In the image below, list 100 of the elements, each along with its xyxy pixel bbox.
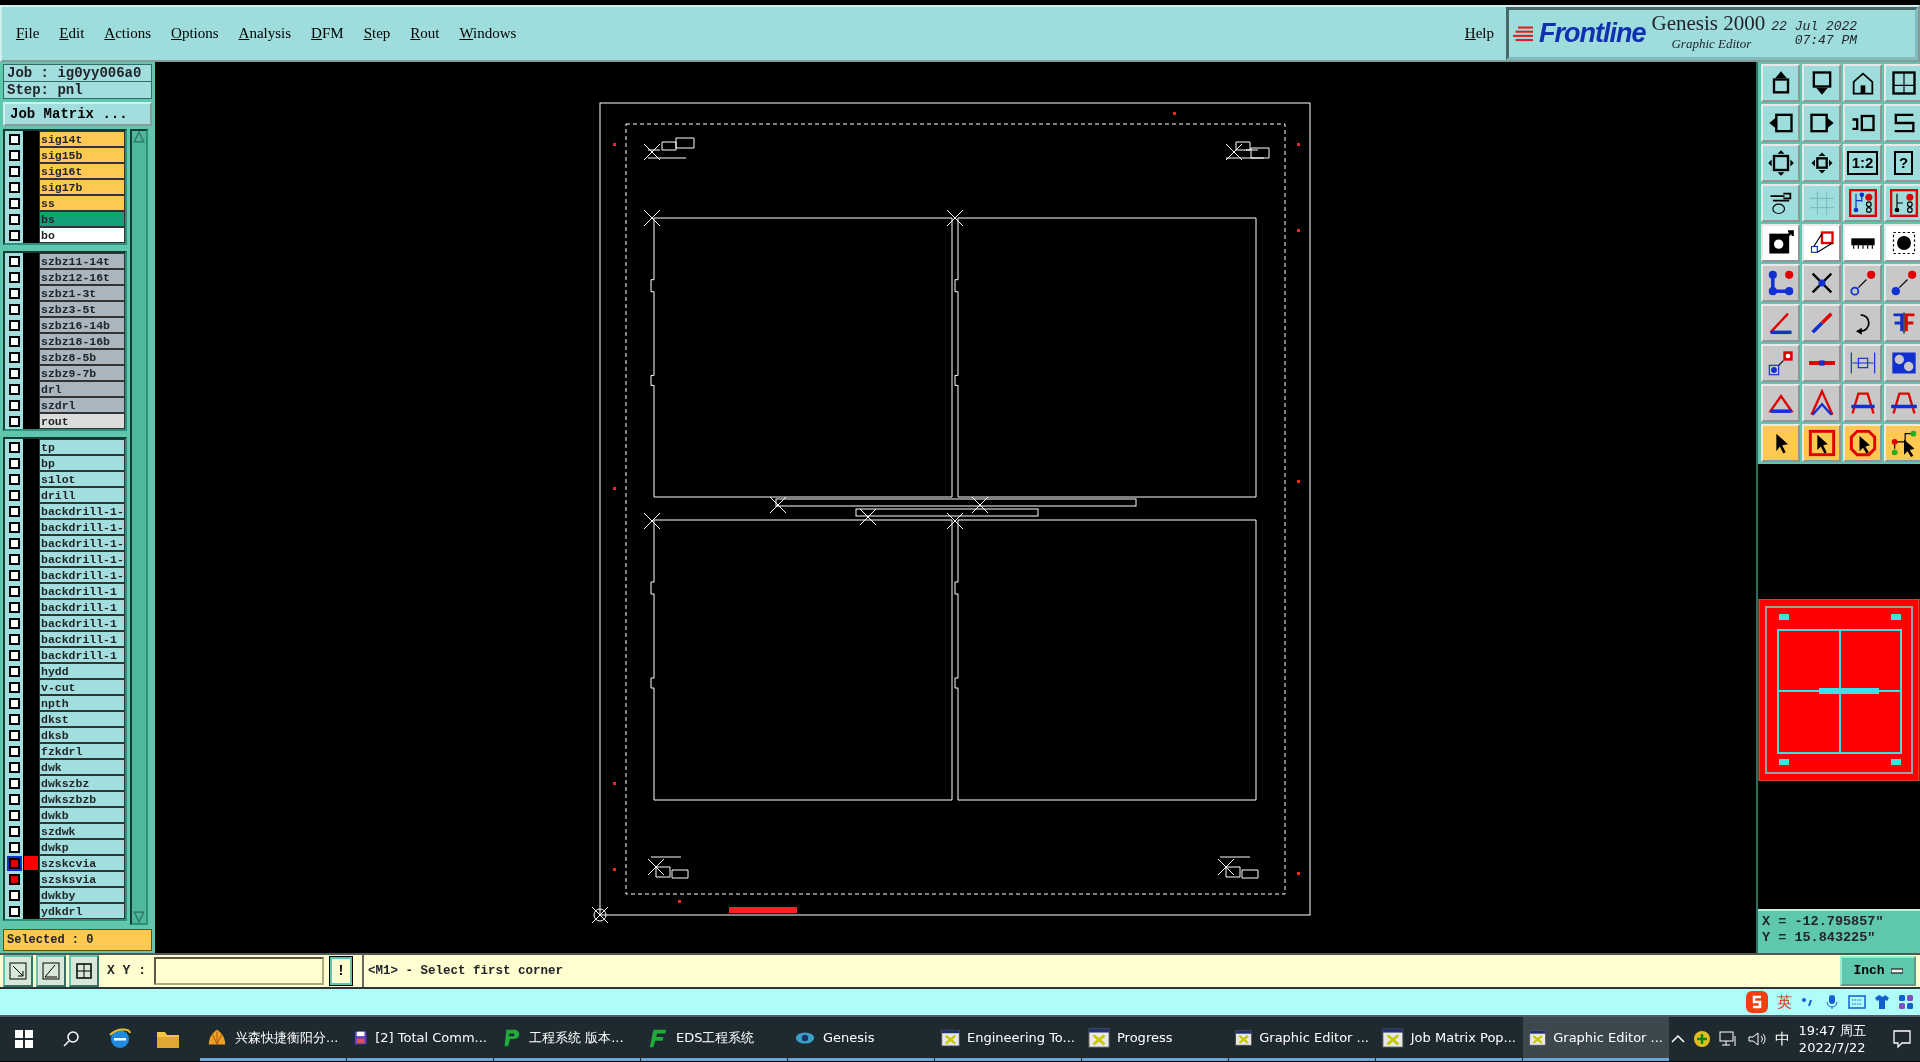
layer-name[interactable]: v-cut (39, 679, 125, 695)
layer-name[interactable]: sig17b (39, 179, 125, 195)
taskbar-button[interactable]: Genesis (788, 1017, 934, 1061)
layer-name[interactable]: szdrl (39, 397, 125, 413)
layer-name[interactable]: szbz16-14b (39, 317, 125, 333)
taskbar-button[interactable]: 工程系统 版本... (494, 1017, 640, 1061)
menu-item[interactable]: Options (171, 22, 219, 45)
layer-name[interactable]: tp (39, 439, 125, 455)
layer-name[interactable]: dwkszbz (39, 775, 125, 791)
layer-name[interactable]: backdrill-1- (39, 567, 125, 583)
layer-name[interactable]: szskcvia (39, 855, 125, 871)
layer-checkbox[interactable] (8, 873, 20, 885)
layer-checkbox[interactable] (8, 825, 20, 837)
layer-checkbox[interactable] (8, 905, 20, 917)
menu-item[interactable]: Rout (410, 22, 440, 45)
layer-name[interactable]: dksb (39, 727, 125, 743)
taskbar-button[interactable]: Graphic Editor ... (1523, 1017, 1669, 1061)
layer-name[interactable]: backdrill-1 (39, 583, 125, 599)
taskbar-button[interactable]: Progress (1082, 1017, 1228, 1061)
layer-name[interactable]: dwkb (39, 807, 125, 823)
layer-checkbox[interactable] (8, 665, 20, 677)
tool-button[interactable]: 1:2 (1843, 144, 1882, 182)
layer-name[interactable]: sig16t (39, 163, 125, 179)
layer-checkbox[interactable] (8, 649, 20, 661)
menu-item[interactable]: Help (1464, 22, 1494, 45)
layer-checkbox[interactable] (8, 857, 20, 869)
menu-item[interactable]: Windows (459, 22, 517, 45)
layer-name[interactable]: szbz3-5t (39, 301, 125, 317)
layer-checkbox[interactable] (8, 457, 20, 469)
layer-name[interactable]: szbz18-16b (39, 333, 125, 349)
tool-button[interactable] (69, 955, 99, 987)
job-matrix-button[interactable]: Job Matrix ... (3, 102, 152, 126)
layer-name[interactable]: bp (39, 455, 125, 471)
notification-button[interactable] (1892, 1028, 1912, 1050)
taskbar-button[interactable]: Engineering To... (935, 1017, 1081, 1061)
layer-checkbox[interactable] (8, 713, 20, 725)
layer-name[interactable]: s1lot (39, 471, 125, 487)
menu-item[interactable]: Edit (59, 22, 85, 45)
taskbar-button[interactable]: Job Matrix Pop... (1376, 1017, 1522, 1061)
layer-checkbox[interactable] (8, 441, 20, 453)
layer-checkbox[interactable] (8, 133, 20, 145)
layer-name[interactable]: backdrill-1- (39, 535, 125, 551)
layer-checkbox[interactable] (8, 793, 20, 805)
layer-name[interactable]: dkst (39, 711, 125, 727)
layer-name[interactable]: szbz11-14t (39, 253, 125, 269)
layer-name[interactable]: ss (39, 195, 125, 211)
layer-checkbox[interactable] (8, 521, 20, 533)
layer-checkbox[interactable] (8, 697, 20, 709)
layer-name[interactable]: bo (39, 227, 125, 243)
layer-name[interactable]: backdrill-1 (39, 631, 125, 647)
menu-item[interactable]: Step (363, 22, 391, 45)
layer-checkbox[interactable] (8, 255, 20, 267)
ime-language[interactable]: 英 (1777, 990, 1792, 1014)
layer-checkbox[interactable] (8, 319, 20, 331)
layer-checkbox[interactable] (8, 303, 20, 315)
layer-name[interactable]: backdrill-1 (39, 647, 125, 663)
layer-name[interactable]: szbz1-3t (39, 285, 125, 301)
layer-name[interactable]: backdrill-1- (39, 551, 125, 567)
layer-checkbox[interactable] (8, 367, 20, 379)
coordinate-input[interactable] (154, 957, 324, 985)
layer-checkbox[interactable] (8, 213, 20, 225)
layer-name[interactable]: dwkszbzb (39, 791, 125, 807)
layer-checkbox[interactable] (8, 729, 20, 741)
layer-name[interactable]: szdwk (39, 823, 125, 839)
layer-checkbox[interactable] (8, 335, 20, 347)
layer-checkbox[interactable] (8, 777, 20, 789)
layer-name[interactable]: szbz12-16t (39, 269, 125, 285)
layer-name[interactable]: backdrill-1- (39, 519, 125, 535)
layer-name[interactable]: rout (39, 413, 125, 429)
layer-name[interactable]: npth (39, 695, 125, 711)
input-language[interactable]: 中 (1775, 1027, 1791, 1051)
layer-checkbox[interactable] (8, 601, 20, 613)
layer-checkbox[interactable] (8, 229, 20, 241)
taskbar-button[interactable]: 兴森快捷衡阳分... (200, 1017, 346, 1061)
layer-name[interactable]: szbz8-5b (39, 349, 125, 365)
layer-name[interactable]: sig15b (39, 147, 125, 163)
layer-checkbox[interactable] (8, 287, 20, 299)
menu-item[interactable]: File (16, 22, 40, 45)
layer-name[interactable]: dwkp (39, 839, 125, 855)
layer-name[interactable]: szbz9-7b (39, 365, 125, 381)
layer-name[interactable]: dwkby (39, 887, 125, 903)
layer-name[interactable]: backdrill-1 (39, 615, 125, 631)
layer-checkbox[interactable] (8, 473, 20, 485)
layer-name[interactable]: szsksvia (39, 871, 125, 887)
alert-button[interactable]: ! (330, 957, 352, 985)
units-dropdown[interactable]: Inch (1840, 956, 1916, 986)
layer-checkbox[interactable] (8, 889, 20, 901)
layer-name[interactable]: fzkdrl (39, 743, 125, 759)
layer-name[interactable]: bs (39, 211, 125, 227)
layer-name[interactable]: drl (39, 381, 125, 397)
taskbar-button[interactable]: Graphic Editor ... (1229, 1017, 1375, 1061)
taskbar-button[interactable]: [2] Total Comm... (347, 1017, 493, 1061)
layer-checkbox[interactable] (8, 351, 20, 363)
layer-checkbox[interactable] (8, 271, 20, 283)
layer-name[interactable]: drill (39, 487, 125, 503)
layer-checkbox[interactable] (8, 617, 20, 629)
layer-checkbox[interactable] (8, 399, 20, 411)
layer-checkbox[interactable] (8, 569, 20, 581)
layer-name[interactable]: backdrill-1- (39, 503, 125, 519)
layer-name[interactable]: hydd (39, 663, 125, 679)
